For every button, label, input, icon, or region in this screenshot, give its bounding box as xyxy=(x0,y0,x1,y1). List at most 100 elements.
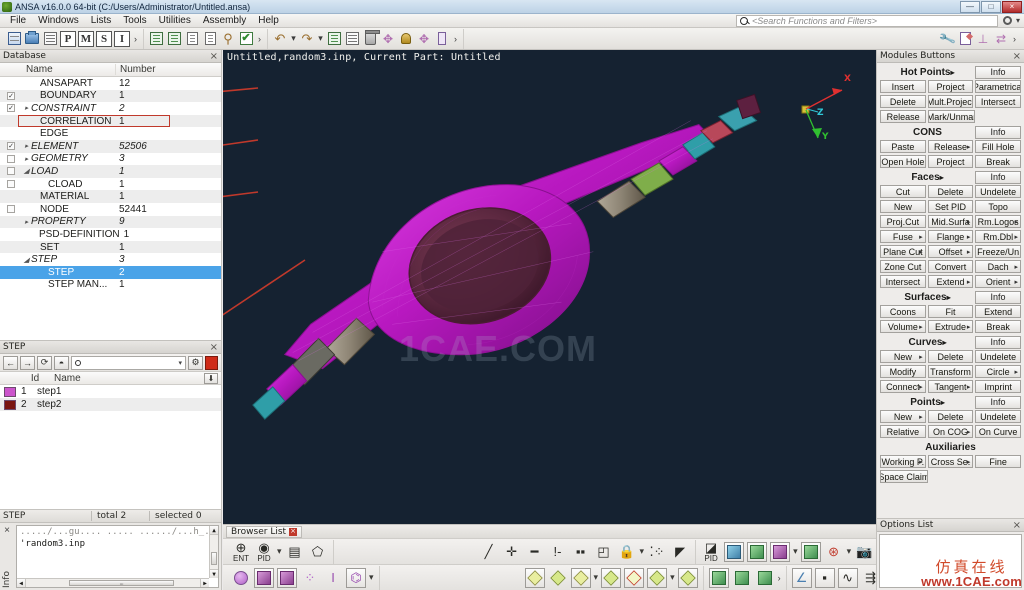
volume-mesh-icon[interactable] xyxy=(708,567,729,588)
module-button[interactable]: Undelete xyxy=(975,350,1022,363)
module-button[interactable]: Open Hole xyxy=(880,155,926,168)
module-button[interactable]: Project xyxy=(927,80,974,93)
module-button[interactable]: Paste xyxy=(880,140,926,153)
module-button[interactable]: Rm.Dbl ▸ xyxy=(975,230,1022,243)
menu-item-windows[interactable]: Windows xyxy=(32,14,85,27)
module-button[interactable]: Extrude ▸ xyxy=(927,320,974,333)
module-button[interactable]: Extend ▸ xyxy=(927,275,974,288)
menu-item-file[interactable]: File xyxy=(4,14,32,27)
table-row[interactable]: ANSAPART 12 xyxy=(0,77,221,90)
module-button[interactable]: Orient ▸ xyxy=(975,275,1022,288)
checkmark-icon[interactable]: ✔ xyxy=(238,31,254,47)
table-row[interactable]: STEP 2 xyxy=(0,265,221,279)
module-button[interactable]: New xyxy=(880,200,926,213)
row-checkbox[interactable]: ✓ xyxy=(0,142,22,151)
toolbar-overflow-chevron-2[interactable]: › xyxy=(256,34,263,44)
module-button[interactable]: Undelete xyxy=(975,410,1022,423)
clipboard-icon[interactable] xyxy=(184,31,200,47)
table-row[interactable]: CORRELATION 1 xyxy=(0,114,221,128)
menu-item-tools[interactable]: Tools xyxy=(117,14,152,27)
chevron-right-icon[interactable]: ▸ xyxy=(919,458,923,466)
chevron-right-icon[interactable]: ▸ xyxy=(919,233,923,241)
close-icon[interactable]: × xyxy=(289,527,298,536)
module-button[interactable]: New ▸ xyxy=(880,410,926,423)
chevron-right-icon[interactable]: ▸ xyxy=(919,413,923,421)
beam-icon[interactable]: I xyxy=(323,568,343,588)
toolbar-overflow-chevron-1[interactable]: › xyxy=(132,34,139,44)
tria-icon[interactable] xyxy=(548,568,568,588)
module-button[interactable]: Connect ▸ xyxy=(880,380,926,393)
close-icon[interactable]: × xyxy=(1013,51,1021,62)
chevron-right-icon[interactable]: ▸ xyxy=(1015,278,1019,286)
module-button[interactable]: On COG ▸ xyxy=(927,425,974,438)
row-checkbox[interactable] xyxy=(0,205,22,214)
polygon-icon[interactable]: ⬠ xyxy=(308,542,328,562)
step-header-id[interactable]: Id xyxy=(22,373,48,384)
module-button[interactable]: Fill Hole xyxy=(975,140,1022,153)
module-button[interactable]: Intersect xyxy=(880,275,926,288)
wireframe-cube-icon[interactable] xyxy=(747,541,768,562)
curve-icon[interactable]: ∠ xyxy=(791,567,812,588)
spline-icon[interactable]: ∿ xyxy=(837,567,858,588)
table-row[interactable]: ✓ ▸ ELEMENT 52506 xyxy=(0,139,221,153)
close-icon[interactable]: × xyxy=(4,525,10,536)
gear-icon[interactable] xyxy=(1001,14,1014,27)
delete-icon[interactable] xyxy=(362,30,380,47)
database-tree[interactable]: ANSAPART 12 ✓ BOUNDARY 1 ✓ ▸ CONSTRAINT 2 CORRELA… xyxy=(0,77,221,340)
scroll-up-arrow[interactable]: ▲ xyxy=(210,526,218,535)
step-search-input[interactable]: ▾ xyxy=(71,355,186,370)
chevron-right-icon[interactable]: ▸ xyxy=(967,233,971,241)
3d-viewport[interactable]: Untitled,random3.inp, Current Part: Unti… xyxy=(223,50,876,524)
window-controls[interactable]: — □ × xyxy=(960,0,1022,13)
info-console-text[interactable]: ...../...gu.... ..... ....../...h_...._p… xyxy=(16,525,219,588)
invert-icon[interactable]: !- xyxy=(548,542,568,562)
edit-note-icon[interactable] xyxy=(957,31,973,47)
table-row[interactable]: NODE 52441 xyxy=(0,203,221,216)
module-button[interactable]: Imprint xyxy=(975,380,1022,393)
add-icon[interactable]: ✛ xyxy=(502,542,522,562)
chevron-right-icon[interactable]: ▸ xyxy=(941,398,945,407)
swap-icon[interactable]: ⇄ xyxy=(993,31,1009,47)
chevron-down-icon[interactable]: ◢ xyxy=(22,167,31,175)
module-button[interactable]: New ▸ xyxy=(880,350,926,363)
camera-icon[interactable]: 📷 xyxy=(854,542,874,562)
chevron-right-icon[interactable]: ▸ xyxy=(1015,368,1019,376)
chevron-right-icon[interactable]: ▸ xyxy=(919,383,923,391)
tab-browser-list[interactable]: Browser List × xyxy=(226,525,303,538)
chevron-right-icon[interactable]: ▸ xyxy=(967,248,971,256)
solid-icon[interactable] xyxy=(732,568,752,588)
module-button[interactable]: Freeze/Un xyxy=(975,245,1022,258)
open-file-icon[interactable] xyxy=(24,31,40,47)
mesh-cube-icon[interactable] xyxy=(800,541,821,562)
info-button[interactable]: Info xyxy=(975,170,1021,184)
module-button[interactable]: Delete xyxy=(927,350,974,363)
chevron-right-icon[interactable]: ▸ xyxy=(942,338,946,347)
info-button[interactable]: Info xyxy=(975,125,1021,139)
plug-icon[interactable]: ⚲ xyxy=(220,31,236,47)
sort-button[interactable]: ⬇ xyxy=(204,372,218,384)
table-row[interactable]: ▸ GEOMETRY 3 xyxy=(0,153,221,166)
chevron-right-icon[interactable]: ▸ xyxy=(1015,233,1019,241)
layers-icon[interactable]: ▤ xyxy=(285,542,305,562)
chevron-right-icon[interactable]: ▸ xyxy=(919,248,923,256)
module-button[interactable]: Intersect xyxy=(975,95,1022,108)
pid-button[interactable]: ◉ PID xyxy=(254,541,274,563)
table-row[interactable]: ✓ ▸ CONSTRAINT 2 xyxy=(0,102,221,115)
tree-header-number[interactable]: Number xyxy=(115,64,221,75)
colored-cube-icon[interactable] xyxy=(770,541,791,562)
module-button[interactable]: Convert xyxy=(927,260,974,273)
chevron-down-icon[interactable]: ◢ xyxy=(22,256,31,264)
chevron-down-icon[interactable]: ▾ xyxy=(1016,16,1020,25)
point-marker-icon[interactable]: ▪ xyxy=(814,567,835,588)
info-button[interactable]: Info xyxy=(975,290,1021,304)
quality-icon[interactable] xyxy=(647,567,668,588)
toolbar-overflow-chevron-3[interactable]: › xyxy=(452,34,459,44)
chevron-right-icon[interactable]: ▸ xyxy=(967,278,971,286)
report-icon[interactable] xyxy=(202,31,218,47)
close-icon[interactable]: × xyxy=(210,51,218,62)
close-icon[interactable]: × xyxy=(1013,520,1021,531)
window-tool-icon[interactable] xyxy=(344,31,360,47)
module-button[interactable]: Tangent ▸ xyxy=(927,380,974,393)
module-button[interactable]: Rm.Logos ▸ xyxy=(975,215,1022,228)
chevron-right-icon[interactable]: ▸ xyxy=(967,323,971,331)
